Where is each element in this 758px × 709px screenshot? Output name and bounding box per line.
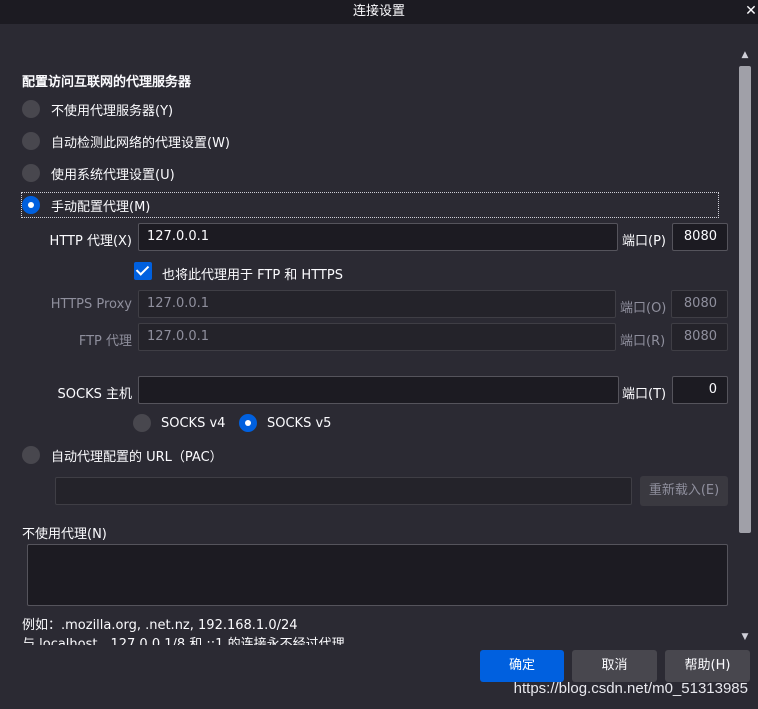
reload-button[interactable]: 重新载入(E) — [640, 476, 728, 506]
radio-manual-proxy[interactable]: 手动配置代理(M) — [22, 194, 150, 216]
socks-port-input[interactable]: 0 — [672, 376, 728, 404]
checkmark-icon[interactable] — [134, 262, 152, 280]
no-proxy-label: 不使用代理(N) — [22, 527, 107, 542]
http-port-label: 端口(P) — [622, 234, 666, 249]
radio-pac-url[interactable]: 自动代理配置的 URL（PAC） — [22, 444, 223, 466]
section-title: 配置访问互联网的代理服务器 — [22, 75, 192, 90]
radio-button-checked[interactable] — [22, 196, 40, 214]
radio-label: 自动代理配置的 URL（PAC） — [51, 449, 223, 465]
http-proxy-label: HTTP 代理(X) — [49, 234, 132, 249]
ftp-proxy-label: FTP 代理 — [78, 334, 132, 349]
no-proxy-textarea[interactable] — [27, 544, 728, 606]
radio-button[interactable] — [22, 164, 40, 182]
radio-button-checked[interactable] — [239, 414, 257, 432]
radio-button[interactable] — [133, 414, 151, 432]
also-use-label: 也将此代理用于 FTP 和 HTTPS — [162, 268, 343, 283]
scroll-down-arrow-icon[interactable]: ▼ — [737, 630, 753, 644]
cancel-button[interactable]: 取消 — [572, 650, 657, 682]
scroll-thumb[interactable] — [739, 66, 751, 533]
help-button[interactable]: 帮助(H) — [665, 650, 750, 682]
connection-settings-dialog: 连接设置 ✕ 配置访问互联网的代理服务器 不使用代理服务器(Y) 自动检测此网络… — [0, 0, 758, 709]
radio-system-proxy[interactable]: 使用系统代理设置(U) — [22, 162, 175, 184]
title-bar: 连接设置 ✕ — [0, 0, 758, 24]
localhost-note: 与 localhost、127.0.0.1/8 和 ::1 的连接永不经过代理 — [22, 637, 345, 645]
radio-no-proxy[interactable]: 不使用代理服务器(Y) — [22, 98, 173, 120]
scroll-up-arrow-icon[interactable]: ▲ — [737, 48, 753, 62]
http-proxy-input[interactable]: 127.0.0.1 — [138, 223, 618, 251]
dialog-title: 连接设置 — [352, 4, 405, 19]
ftp-port-label: 端口(R) — [620, 334, 666, 349]
radio-auto-detect[interactable]: 自动检测此网络的代理设置(W) — [22, 130, 230, 152]
radio-label: 使用系统代理设置(U) — [51, 167, 175, 183]
radio-button[interactable] — [22, 132, 40, 150]
radio-button[interactable] — [22, 446, 40, 464]
no-proxy-example: 例如：.mozilla.org, .net.nz, 192.168.1.0/24 — [22, 618, 298, 633]
close-icon[interactable]: ✕ — [744, 0, 758, 24]
http-port-input[interactable]: 8080 — [672, 223, 728, 251]
ftp-port-input[interactable]: 8080 — [671, 323, 728, 351]
radio-label: SOCKS v5 — [267, 415, 332, 431]
https-proxy-input[interactable]: 127.0.0.1 — [138, 290, 616, 318]
socks-host-input[interactable] — [138, 376, 619, 404]
socks-port-label: 端口(T) — [622, 387, 667, 402]
ftp-proxy-input[interactable]: 127.0.0.1 — [138, 323, 616, 351]
radio-label: 手动配置代理(M) — [51, 199, 151, 215]
pac-url-input[interactable] — [55, 477, 632, 505]
radio-socks-v4[interactable]: SOCKS v4 — [133, 412, 225, 434]
https-port-label: 端口(O) — [620, 301, 667, 316]
watermark: https://blog.csdn.net/m0_51313985 — [513, 680, 748, 697]
socks-host-label: SOCKS 主机 — [57, 387, 132, 402]
ok-button[interactable]: 确定 — [480, 650, 564, 682]
radio-label: 自动检测此网络的代理设置(W) — [51, 135, 230, 151]
vertical-scrollbar[interactable]: ▲ ▼ — [737, 48, 753, 644]
radio-label: 不使用代理服务器(Y) — [51, 103, 174, 119]
radio-button[interactable] — [22, 100, 40, 118]
https-proxy-label: HTTPS Proxy — [50, 297, 132, 312]
https-port-input[interactable]: 8080 — [671, 290, 728, 318]
radio-label: SOCKS v4 — [161, 415, 226, 431]
radio-socks-v5[interactable]: SOCKS v5 — [239, 412, 331, 434]
